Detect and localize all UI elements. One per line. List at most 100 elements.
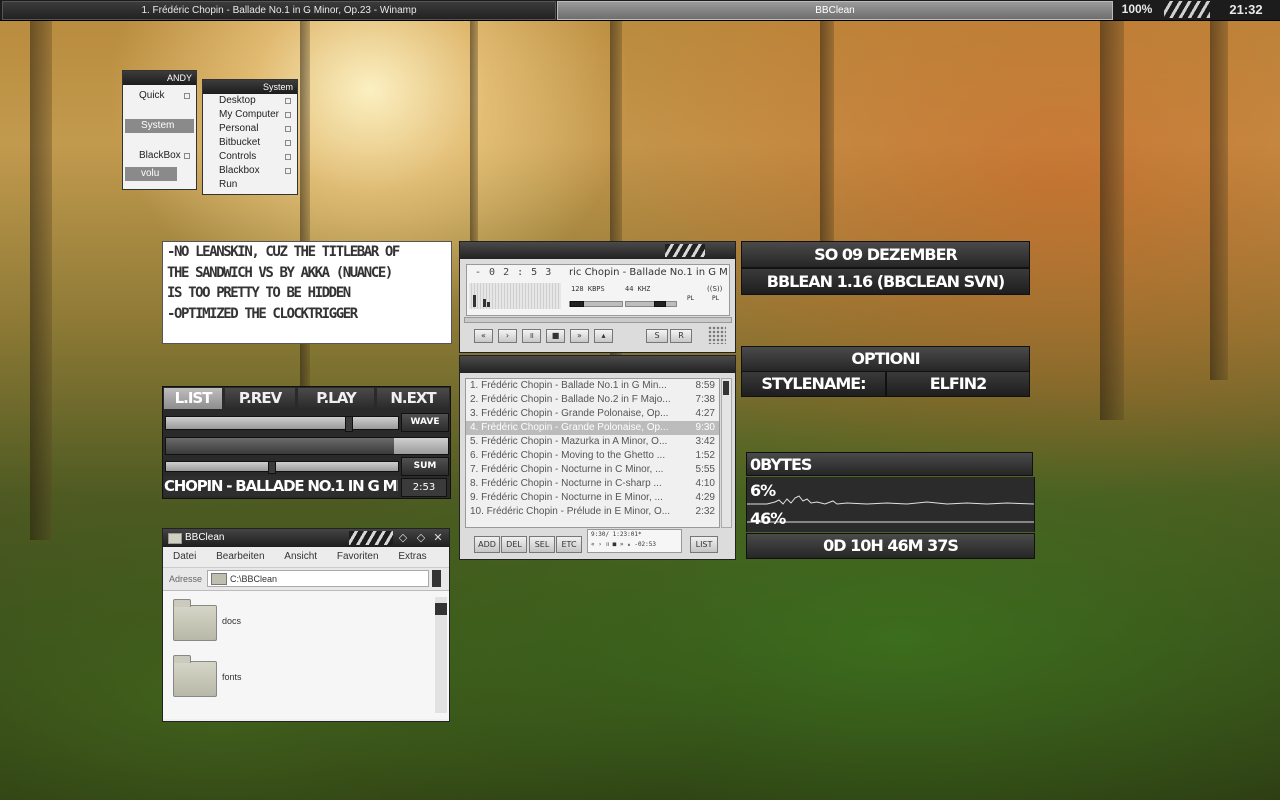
winamp-logo[interactable] <box>708 326 726 344</box>
scrollbar[interactable] <box>721 378 732 528</box>
playlist-item[interactable]: 10. Frédéric Chopin - Prélude in E Minor… <box>466 505 719 519</box>
pl-toggle[interactable]: PL <box>712 295 719 302</box>
volume-slider[interactable] <box>569 301 623 307</box>
menu-item-quick[interactable]: Quick <box>123 89 196 103</box>
progress-bar[interactable] <box>165 437 449 455</box>
slider-knob[interactable] <box>268 461 277 474</box>
window-titlebar[interactable] <box>460 242 735 259</box>
volume-indicator[interactable]: 100% <box>1114 1 1160 18</box>
system-monitor-graph: 6% 46% <box>746 477 1035 532</box>
track-title: 10. Frédéric Chopin - Prélude in E Minor… <box>470 506 671 517</box>
stylename-value[interactable]: ELFIN2 <box>886 371 1030 397</box>
menu-item-bitbucket[interactable]: Bitbucket <box>203 136 297 150</box>
submenu-icon <box>285 112 291 118</box>
scrollbar-thumb[interactable] <box>435 603 447 615</box>
delete-button[interactable]: DEL <box>501 536 527 553</box>
toolbar-top: 1. Frédéric Chopin - Ballade No.1 in G M… <box>0 0 1280 21</box>
scrollbar[interactable] <box>435 597 447 713</box>
stereo-indicator: ((S)) <box>707 285 723 293</box>
cpu-graph <box>747 495 1034 523</box>
track-duration: 4:29 <box>695 492 715 503</box>
menu-item-my-computer[interactable]: My Computer <box>203 108 297 122</box>
workspace-label[interactable]: BBClean <box>557 1 1113 20</box>
mini-controls[interactable]: « › ॥ ■ » ▴ -02:53 <box>591 540 681 550</box>
list-button[interactable]: LIST <box>690 536 718 553</box>
menu-title: System <box>203 80 297 94</box>
wave-slider[interactable] <box>165 416 399 432</box>
menu-item-label: Bitbucket <box>219 137 261 148</box>
bitrate-label: 128 KBPS <box>571 285 605 293</box>
playlist-item[interactable]: 8. Frédéric Chopin - Nocturne in C-sharp… <box>466 477 719 491</box>
volume-slider[interactable]: volu <box>125 167 177 181</box>
track-title: 3. Frédéric Chopin - Grande Polonaise, O… <box>470 408 669 419</box>
note-line: -OPTIMIZED THE CLOCKTRIGGER <box>167 305 358 322</box>
time-display[interactable]: - 0 2 : 5 3 <box>475 267 552 278</box>
explorer-window: BBClean ◇ ◇ ✕ Datei Bearbeiten Ansicht F… <box>162 528 450 722</box>
address-bar: Adresse C:\BBClean <box>163 568 449 591</box>
maximize-icon[interactable]: ◇ <box>414 530 428 546</box>
menu-item-controls[interactable]: Controls <box>203 150 297 164</box>
clock[interactable]: 21:32 <box>1214 1 1278 18</box>
menu-edit[interactable]: Bearbeiten <box>216 547 264 567</box>
window-titlebar[interactable] <box>460 356 735 373</box>
playlist-item[interactable]: 2. Frédéric Chopin - Ballade No.2 in F M… <box>466 393 719 407</box>
menu-item-blackbox[interactable]: BlackBox <box>123 149 196 163</box>
folder-name: docs <box>222 616 242 626</box>
pause-button[interactable]: ॥ <box>522 329 541 343</box>
play-button[interactable]: › <box>498 329 517 343</box>
address-input[interactable]: C:\BBClean <box>207 570 429 587</box>
close-icon[interactable]: ✕ <box>431 530 445 546</box>
eject-button[interactable]: ▴ <box>594 329 613 343</box>
next-button[interactable]: N.EXT <box>377 388 449 409</box>
menu-item-label: Blackbox <box>219 165 260 176</box>
address-label: Adresse <box>169 574 203 584</box>
progress-fill <box>166 438 395 454</box>
menu-file[interactable]: Datei <box>173 547 196 567</box>
play-button[interactable]: P.LAY <box>298 388 374 409</box>
playlist-item[interactable]: 7. Frédéric Chopin - Nocturne in C Minor… <box>466 463 719 477</box>
previous-button[interactable]: « <box>474 329 493 343</box>
track-duration: 1:52 <box>695 450 715 461</box>
submenu-icon <box>184 153 190 159</box>
shuffle-button[interactable]: S <box>646 329 668 343</box>
add-button[interactable]: ADD <box>474 536 500 553</box>
playlist-item[interactable]: 5. Frédéric Chopin - Mazurka in A Minor,… <box>466 435 719 449</box>
menu-item-run[interactable]: Run <box>203 178 297 192</box>
select-button[interactable]: SEL <box>529 536 555 553</box>
menu-item-blackbox[interactable]: Blackbox <box>203 164 297 178</box>
playlist-item[interactable]: 4. Frédéric Chopin - Grande Polonaise, O… <box>466 421 719 435</box>
playlist-item[interactable]: 9. Frédéric Chopin - Nocturne in E Minor… <box>466 491 719 505</box>
menu-title: ANDY <box>123 71 196 85</box>
menu-extras[interactable]: Extras <box>398 547 426 567</box>
menu-view[interactable]: Ansicht <box>284 547 317 567</box>
menu-favorites[interactable]: Favoriten <box>337 547 379 567</box>
wave-label: WAVE <box>401 413 449 432</box>
playlist-button[interactable]: L.IST <box>164 388 222 409</box>
visualizer[interactable] <box>469 283 561 309</box>
playlist-item[interactable]: 1. Frédéric Chopin - Ballade No.1 in G M… <box>466 379 719 393</box>
menu-item-system[interactable]: System <box>125 119 194 133</box>
track-title: 4. Frédéric Chopin - Grande Polonaise, O… <box>470 422 669 433</box>
next-button[interactable]: » <box>570 329 589 343</box>
uptime-label: 0D 10H 46M 37S <box>746 533 1035 559</box>
scrollbar-thumb[interactable] <box>723 381 729 395</box>
window-titlebar[interactable]: BBClean ◇ ◇ ✕ <box>163 529 449 547</box>
taskbar-task-button[interactable]: 1. Frédéric Chopin - Ballade No.1 in G M… <box>2 1 556 20</box>
minimize-icon[interactable]: ◇ <box>396 530 410 546</box>
balance-slider[interactable] <box>625 301 677 307</box>
address-go-button[interactable] <box>432 570 441 587</box>
eq-toggle[interactable]: PL <box>687 295 694 302</box>
playlist-item[interactable]: 3. Frédéric Chopin - Grande Polonaise, O… <box>466 407 719 421</box>
window-title: BBClean <box>185 532 225 543</box>
slider-knob[interactable] <box>344 416 353 432</box>
stop-button[interactable]: ■ <box>546 329 565 343</box>
seek-bar[interactable] <box>464 317 732 323</box>
stripes-decoration <box>665 244 705 257</box>
previous-button[interactable]: P.REV <box>225 388 295 409</box>
misc-button[interactable]: ETC <box>556 536 582 553</box>
menu-item-personal[interactable]: Personal <box>203 122 297 136</box>
repeat-button[interactable]: R <box>670 329 692 343</box>
sum-slider[interactable] <box>165 461 399 474</box>
menu-item-desktop[interactable]: Desktop <box>203 94 297 108</box>
playlist-item[interactable]: 6. Frédéric Chopin - Moving to the Ghett… <box>466 449 719 463</box>
